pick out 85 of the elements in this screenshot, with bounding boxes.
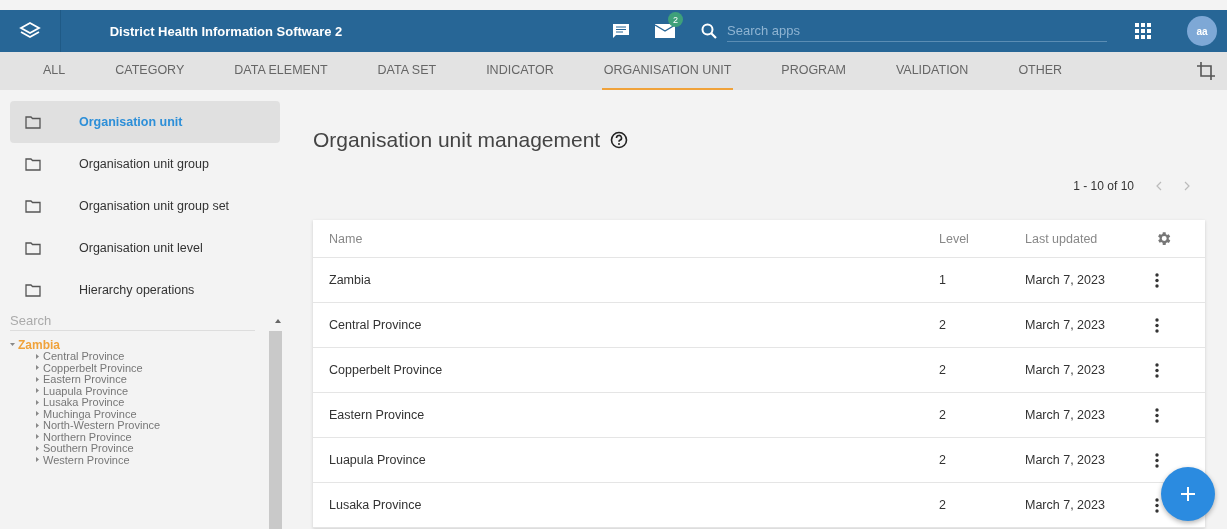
scrollbar[interactable] bbox=[269, 331, 282, 529]
settings-icon[interactable] bbox=[1155, 230, 1172, 247]
collapsed-arrow-icon[interactable] bbox=[35, 353, 40, 359]
table-cell-text: Lusaka Province bbox=[329, 498, 423, 512]
collapsed-arrow-icon[interactable] bbox=[35, 365, 40, 371]
tree-item[interactable]: Central Province bbox=[43, 350, 125, 363]
collapsed-arrow-icon[interactable] bbox=[35, 445, 40, 451]
tree-item[interactable]: Western Province bbox=[43, 453, 130, 466]
collapsed-arrow-icon[interactable] bbox=[35, 457, 40, 463]
table-cell-text: March 7, 2023 bbox=[1025, 408, 1106, 422]
table-cell-text: 2 bbox=[939, 363, 947, 377]
table-cell-text: Eastern Province bbox=[329, 408, 426, 422]
sidebar-item[interactable]: Organisation unit bbox=[10, 101, 280, 143]
collapsed-arrow-icon[interactable] bbox=[35, 376, 40, 382]
section-tab[interactable]: PROGRAM bbox=[779, 52, 848, 90]
folder-icon bbox=[25, 283, 41, 297]
folder-icon bbox=[25, 157, 41, 171]
table-cell-text: 1 bbox=[939, 273, 947, 287]
table-cell-text: March 7, 2023 bbox=[1025, 363, 1106, 377]
section-tab[interactable]: OTHER bbox=[1016, 52, 1065, 90]
folder-icon bbox=[25, 115, 41, 129]
tree-search-field[interactable]: Search bbox=[10, 311, 255, 331]
sidebar-item[interactable]: Organisation unit level bbox=[10, 227, 280, 269]
collapsed-arrow-icon[interactable] bbox=[35, 422, 40, 428]
sidebar-item[interactable]: Organisation unit group set bbox=[10, 185, 280, 227]
sidebar-item[interactable]: Organisation unit group bbox=[10, 143, 280, 185]
search-icon bbox=[701, 23, 717, 39]
section-tab[interactable]: ORGANISATION UNIT bbox=[601, 52, 734, 90]
more-options-icon[interactable] bbox=[1155, 497, 1159, 513]
plus-icon bbox=[1181, 487, 1195, 501]
tree-item[interactable]: Muchinga Province bbox=[43, 407, 137, 420]
table-cell-text: March 7, 2023 bbox=[1025, 273, 1106, 287]
table-cell-text: Copperbelt Province bbox=[329, 363, 444, 377]
logo-icon[interactable] bbox=[19, 21, 41, 41]
table-cell-text: March 7, 2023 bbox=[1025, 453, 1106, 467]
table-cell-text: 2 bbox=[939, 453, 947, 467]
section-tab[interactable]: CATEGORY bbox=[113, 52, 187, 90]
app-title: District Health Information Software 2 bbox=[108, 23, 344, 39]
table-cell-text: Zambia bbox=[329, 273, 372, 287]
page-title: Organisation unit management bbox=[313, 128, 601, 152]
folder-icon bbox=[25, 241, 41, 255]
folder-icon bbox=[25, 199, 41, 213]
message-count-badge: 2 bbox=[668, 12, 683, 27]
section-tab[interactable]: DATA ELEMENT bbox=[232, 52, 330, 90]
crop-icon[interactable] bbox=[1197, 62, 1215, 80]
tree-item[interactable]: Lusaka Province bbox=[43, 396, 125, 409]
collapsed-arrow-icon[interactable] bbox=[35, 399, 40, 405]
collapsed-arrow-icon[interactable] bbox=[35, 411, 40, 417]
expanded-arrow-icon[interactable] bbox=[10, 342, 15, 348]
help-icon[interactable] bbox=[610, 131, 629, 149]
apps-grid-icon[interactable] bbox=[1135, 23, 1151, 39]
tree-item[interactable]: Copperbelt Province bbox=[43, 361, 143, 374]
more-options-icon[interactable] bbox=[1155, 407, 1159, 423]
pagination-range: 1 - 10 of 10 bbox=[1073, 179, 1134, 193]
column-header[interactable]: Level bbox=[939, 231, 1025, 246]
more-options-icon[interactable] bbox=[1155, 272, 1159, 288]
table-cell-text: 2 bbox=[939, 408, 947, 422]
tree-item[interactable]: Northern Province bbox=[43, 430, 132, 443]
table-cell-text: March 7, 2023 bbox=[1025, 498, 1106, 512]
tree-item[interactable]: Southern Province bbox=[43, 442, 134, 455]
section-tab[interactable]: VALIDATION bbox=[893, 52, 971, 90]
section-tab[interactable]: INDICATOR bbox=[484, 52, 556, 90]
column-header[interactable]: Name bbox=[329, 231, 939, 246]
more-options-icon[interactable] bbox=[1155, 452, 1159, 468]
table-cell-text: Central Province bbox=[329, 318, 423, 332]
column-header[interactable]: Last updated bbox=[1025, 231, 1155, 246]
tree-item[interactable]: Luapula Province bbox=[43, 384, 128, 397]
chat-icon[interactable] bbox=[612, 23, 630, 39]
section-tab[interactable]: ALL bbox=[41, 52, 68, 90]
table-cell-text: March 7, 2023 bbox=[1025, 318, 1106, 332]
more-options-icon[interactable] bbox=[1155, 362, 1159, 378]
tree-item[interactable]: Eastern Province bbox=[43, 373, 127, 386]
user-avatar[interactable]: aa bbox=[1187, 16, 1217, 46]
scroll-up-icon[interactable] bbox=[275, 319, 281, 323]
table-cell-text: Luapula Province bbox=[329, 453, 427, 467]
tree-item[interactable]: North-Western Province bbox=[43, 419, 161, 432]
section-tab[interactable]: DATA SET bbox=[375, 52, 439, 90]
table-cell-text: 2 bbox=[939, 498, 947, 512]
sidebar-item[interactable]: Hierarchy operations bbox=[10, 269, 280, 311]
collapsed-arrow-icon[interactable] bbox=[35, 434, 40, 440]
mail-icon[interactable] bbox=[655, 24, 675, 38]
search-field[interactable]: Search apps bbox=[727, 20, 1107, 42]
table-cell-text: 2 bbox=[939, 318, 947, 332]
collapsed-arrow-icon[interactable] bbox=[35, 388, 40, 394]
more-options-icon[interactable] bbox=[1155, 317, 1159, 333]
